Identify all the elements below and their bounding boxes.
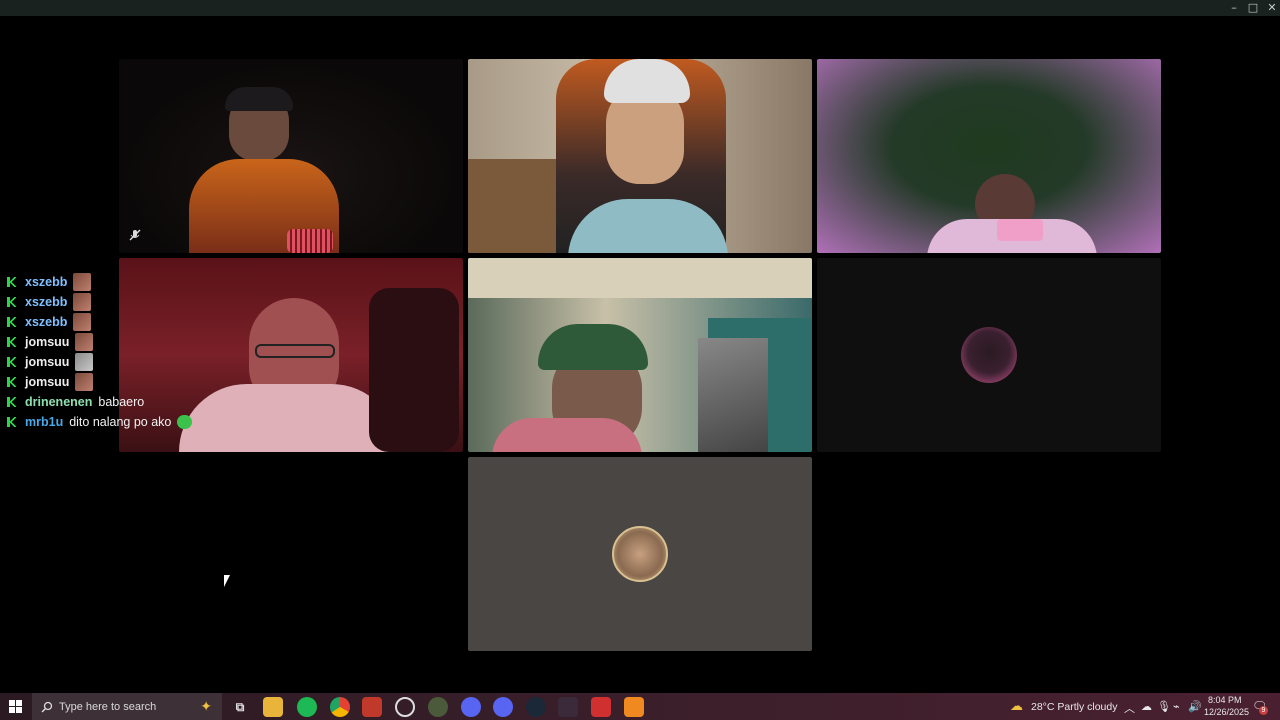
chat-username: jomsuu — [25, 375, 70, 389]
mouse-cursor-icon — [224, 575, 236, 587]
glasses — [255, 344, 335, 358]
face-emote-icon — [73, 273, 92, 291]
chat-message: jomsuu — [6, 372, 246, 392]
chat-message: mrb1u dito nalang po ako — [6, 412, 246, 432]
steam-link-icon[interactable] — [395, 697, 415, 717]
chat-username: mrb1u — [25, 415, 64, 429]
participant-avatar-tile[interactable] — [468, 457, 812, 651]
notification-badge: 9 — [1259, 706, 1268, 715]
chat-username: jomsuu — [25, 355, 70, 369]
chat-message: xszebb — [6, 312, 246, 332]
spotify-icon[interactable] — [297, 697, 317, 717]
app-icon[interactable] — [591, 697, 611, 717]
face-emote-icon — [75, 373, 94, 391]
green-blob-emote-icon — [177, 415, 193, 429]
maximize-button[interactable]: □ — [1244, 1, 1262, 15]
chevron-up-icon[interactable]: ︿ — [1124, 700, 1135, 716]
windows-taskbar: Type here to search ✦ ⧉ ☁ 28°C Partly cl… — [0, 693, 1280, 720]
search-placeholder: Type here to search — [59, 700, 157, 713]
clock-time[interactable]: 8:04 PM — [1208, 695, 1242, 705]
chat-username: xszebb — [25, 295, 68, 309]
chrome-icon[interactable] — [330, 697, 350, 717]
kick-badge-icon — [6, 376, 17, 388]
clock-date[interactable]: 12/26/2025 — [1204, 707, 1249, 717]
chat-username: jomsuu — [25, 335, 70, 349]
chat-username: xszebb — [25, 275, 68, 289]
microphone — [997, 219, 1043, 241]
chat-message: jomsuu — [6, 332, 246, 352]
gaming-chair — [369, 288, 459, 452]
sparkle-icon: ✦ — [200, 698, 212, 714]
chat-message: xszebb — [6, 272, 246, 292]
brave-icon[interactable] — [362, 697, 382, 717]
kick-badge-icon — [6, 356, 17, 368]
participant-video-tile[interactable] — [817, 59, 1161, 253]
riot-client-icon[interactable] — [558, 697, 578, 717]
chat-username: xszebb — [25, 315, 68, 329]
volume-icon[interactable]: 🔊 — [1188, 700, 1202, 713]
cat-emote-icon — [75, 353, 94, 371]
microphone — [287, 229, 333, 253]
task-view-icon[interactable]: ⧉ — [230, 697, 250, 717]
chat-message: jomsuu — [6, 352, 246, 372]
app-icon[interactable] — [624, 697, 644, 717]
app-icon[interactable] — [428, 697, 448, 717]
minimize-button[interactable]: – — [1225, 1, 1243, 15]
network-icon[interactable]: ☁ — [1141, 700, 1152, 713]
kick-badge-icon — [6, 276, 17, 288]
mic-stand — [698, 338, 768, 452]
kick-badge-icon — [6, 396, 17, 408]
chat-text: dito nalang po ako — [69, 415, 172, 429]
kick-badge-icon — [6, 316, 17, 328]
cap — [225, 87, 293, 111]
participant-video-tile[interactable] — [468, 258, 812, 452]
weather-icon: ☁ — [1010, 698, 1023, 713]
participant-video-tile[interactable] — [468, 59, 812, 253]
start-button[interactable] — [9, 700, 22, 713]
participant-avatar — [612, 526, 668, 582]
participant-video-tile[interactable] — [119, 59, 463, 253]
kick-badge-icon — [6, 416, 17, 428]
file-explorer-icon[interactable] — [263, 697, 283, 717]
face-emote-icon — [75, 333, 94, 351]
ceiling — [468, 258, 812, 298]
chat-message: xszebb — [6, 292, 246, 312]
kick-badge-icon — [6, 336, 17, 348]
video-call-stage: xszebb xszebb xszebb jomsuu jomsuu jomsu… — [0, 16, 1280, 693]
participant-avatar-tile[interactable] — [817, 258, 1161, 452]
search-icon — [41, 701, 53, 712]
chat-text: babaero — [98, 395, 145, 409]
participant-avatar — [961, 327, 1017, 383]
chat-username: drinenenen — [25, 395, 93, 409]
chat-message: drinenenen babaero — [6, 392, 246, 412]
face-emote-icon — [73, 313, 92, 331]
muted-mic-icon — [129, 229, 141, 241]
close-button[interactable]: ✕ — [1263, 1, 1280, 15]
face-emote-icon — [73, 293, 92, 311]
chat-overlay: xszebb xszebb xszebb jomsuu jomsuu jomsu… — [6, 272, 246, 432]
weather-text[interactable]: 28°C Partly cloudy — [1031, 701, 1118, 713]
window-titlebar: – □ ✕ — [0, 0, 1280, 16]
microphone-icon[interactable]: 🎙 — [1157, 700, 1171, 713]
discord-ptb-icon[interactable] — [461, 697, 481, 717]
green-cap — [538, 324, 648, 370]
wifi-icon[interactable]: ⌁ — [1173, 700, 1180, 713]
participant-body — [492, 418, 642, 452]
steam-icon[interactable] — [526, 697, 546, 717]
kick-badge-icon — [6, 296, 17, 308]
discord-icon[interactable] — [493, 697, 513, 717]
taskbar-search-box[interactable]: Type here to search ✦ — [32, 693, 222, 720]
